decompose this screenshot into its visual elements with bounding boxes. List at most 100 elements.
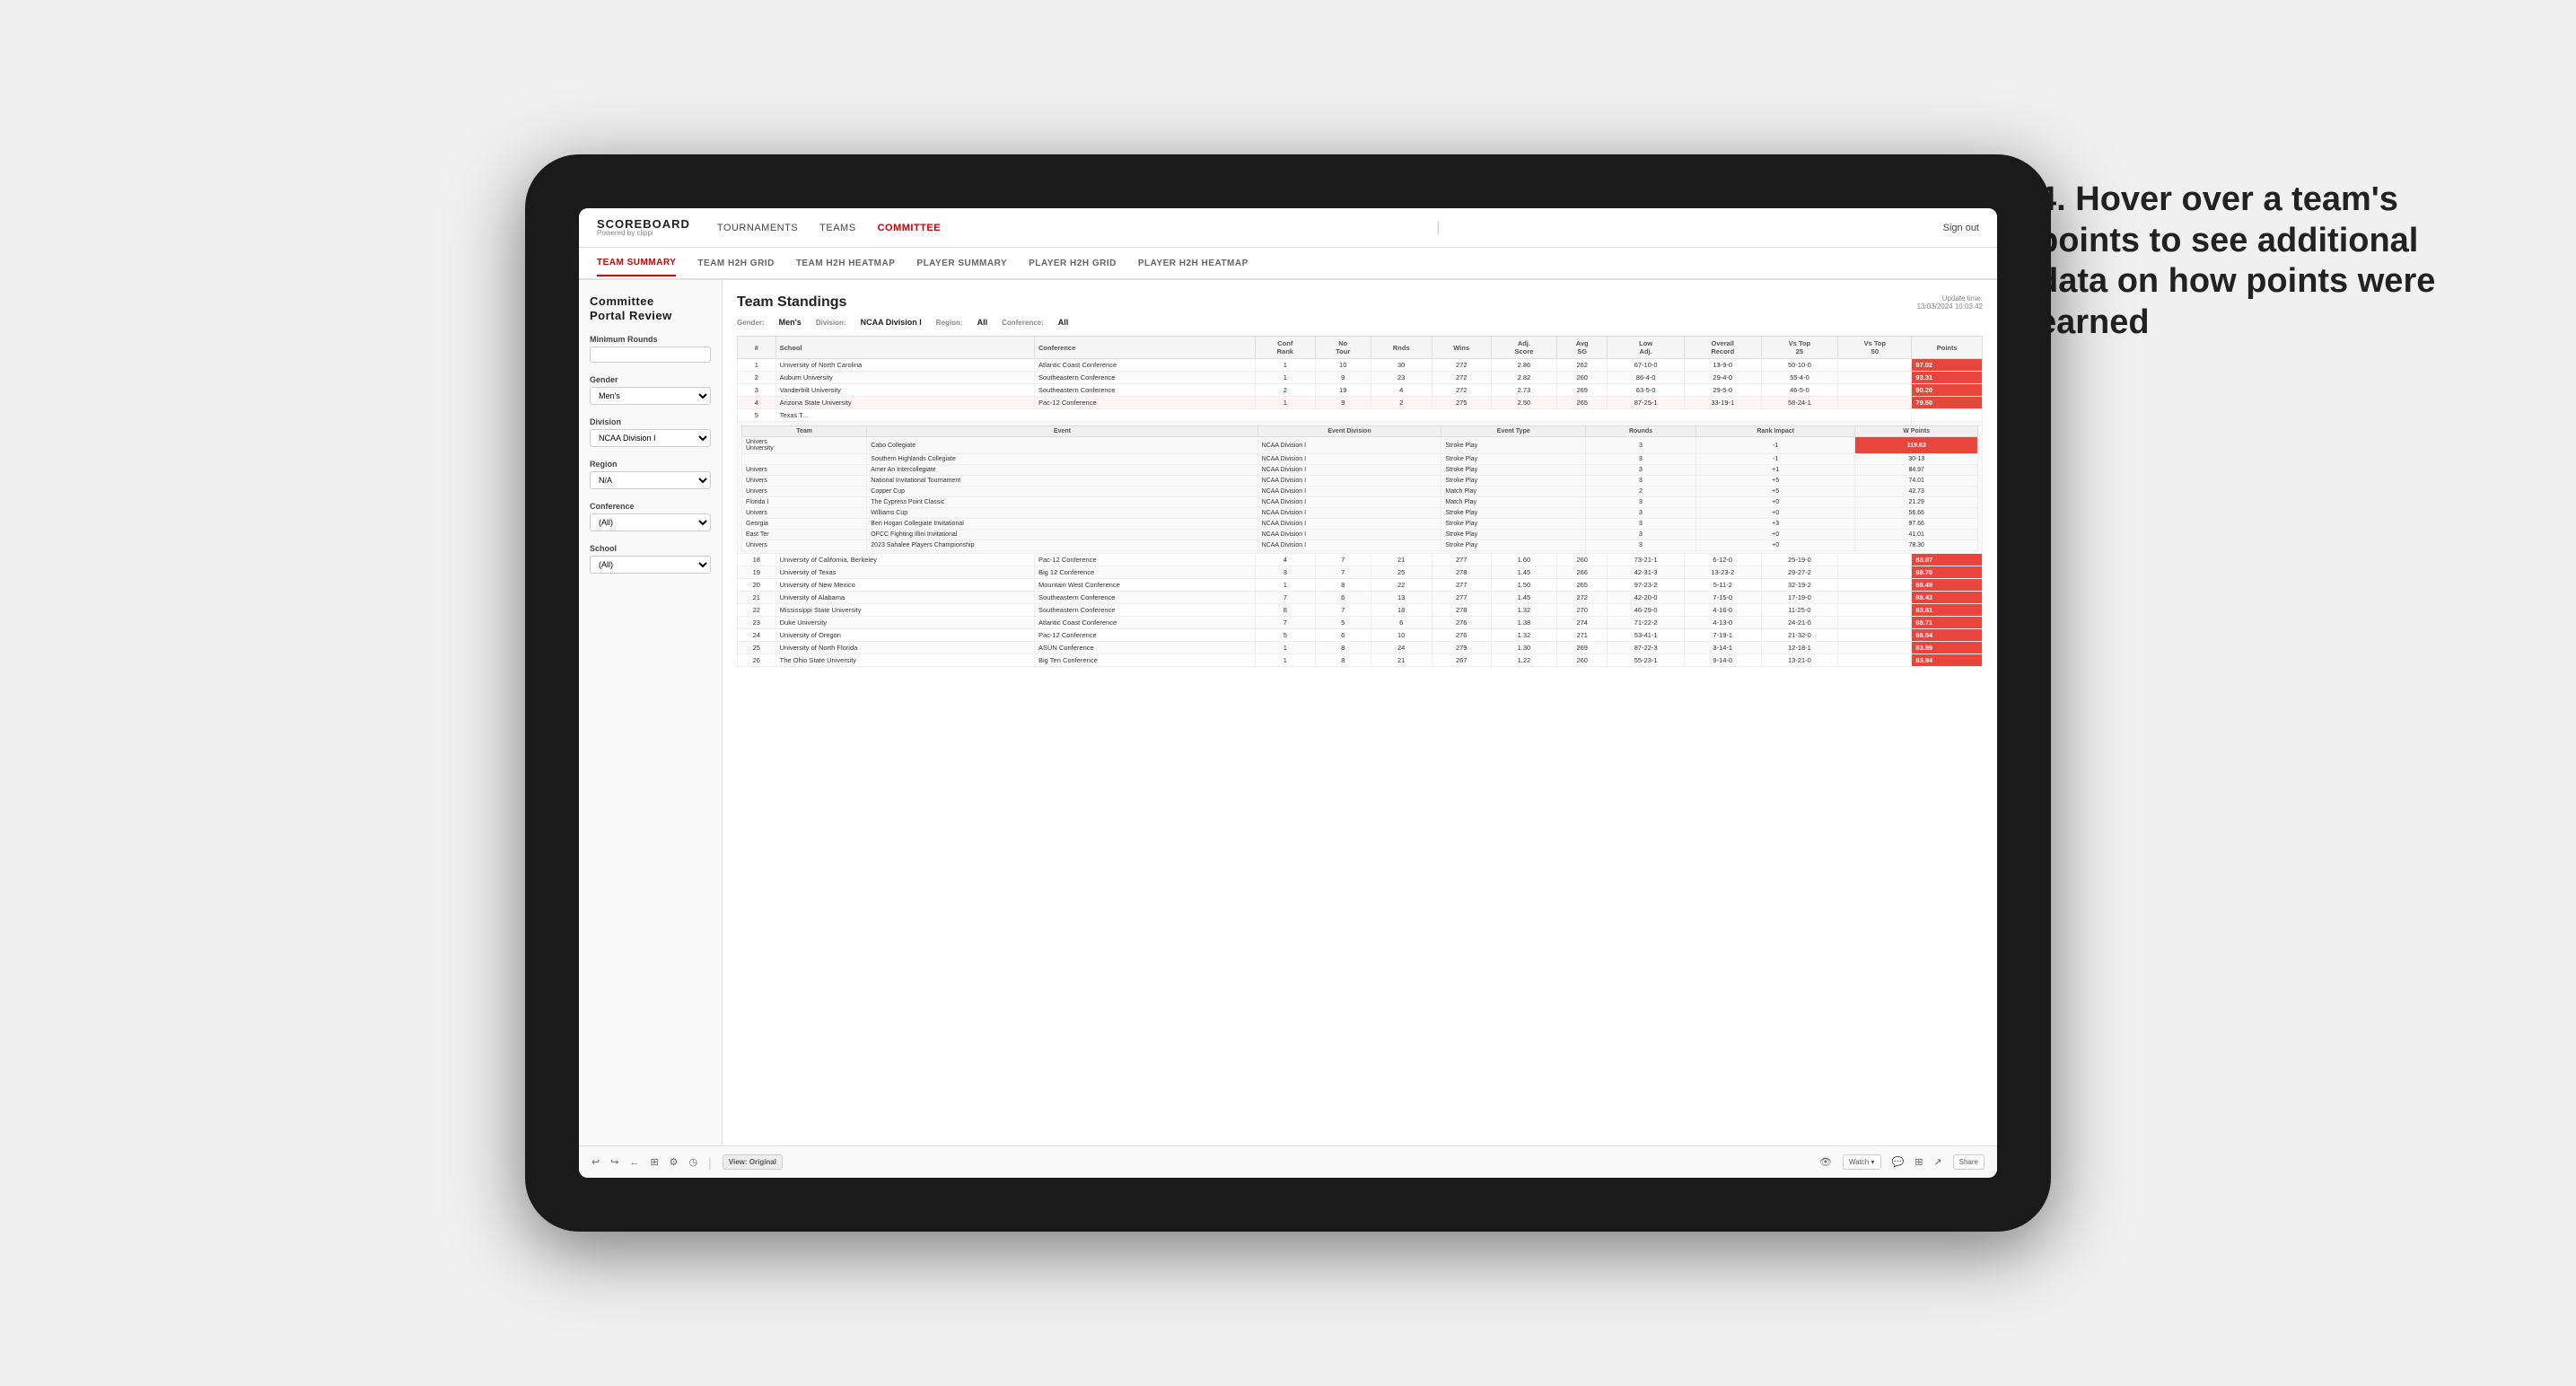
sub-nav-team-h2h-heatmap[interactable]: TEAM H2H HEATMAP [796, 251, 896, 276]
col-no-tour: NoTour [1315, 337, 1371, 359]
points-cell-2[interactable]: 93.31 [1912, 372, 1983, 384]
col-points: Points [1912, 337, 1983, 359]
expanded-inner-table: Team Event Event Division Event Type Rou… [741, 425, 1978, 551]
table-row: 23 Duke University Atlantic Coast Confer… [738, 617, 1983, 629]
share-button[interactable]: Share [1953, 1154, 1985, 1170]
points-cell-26[interactable]: 83.94 [1912, 654, 1983, 667]
tablet-screen: SCOREBOARD Powered by clippi TOURNAMENTS… [579, 208, 1997, 1178]
expanded-table-row: Georgia Ben Hogan Collegiate Invitationa… [742, 519, 1978, 530]
gender-select[interactable]: Men's [590, 387, 711, 405]
points-cell-19[interactable]: 88.70 [1912, 566, 1983, 579]
sidebar-portal-title: CommitteePortal Review [590, 294, 711, 322]
report-header: Team Standings Update time:13/03/2024 10… [737, 294, 1983, 311]
nav-committee[interactable]: COMMITTEE [878, 223, 942, 233]
school-select[interactable]: (All) [590, 556, 711, 574]
main-content: CommitteePortal Review Minimum Rounds Ge… [579, 280, 1997, 1145]
comment-icon[interactable]: 💬 [1892, 1156, 1905, 1168]
col-wins: Wins [1432, 337, 1491, 359]
settings-icon[interactable]: ⚙ [670, 1156, 679, 1168]
sidebar-school: School (All) [590, 544, 711, 574]
annotation-area: 4. Hover over a team's points to see add… [2037, 180, 2486, 343]
back-icon[interactable]: ← [629, 1157, 639, 1168]
table-row: 21 University of Alabama Southeastern Co… [738, 592, 1983, 604]
sidebar-min-rounds: Minimum Rounds [590, 335, 711, 363]
sub-nav-player-h2h-heatmap[interactable]: PLAYER H2H HEATMAP [1138, 251, 1249, 276]
table-row: 3 Vanderbilt University Southeastern Con… [738, 384, 1983, 397]
expanded-table-row: Univers Copper Cup NCAA Division I Match… [742, 487, 1978, 497]
col-school: School [775, 337, 1034, 359]
table-row: 24 University of Oregon Pac-12 Conferenc… [738, 629, 1983, 642]
nav-links: TOURNAMENTS TEAMS COMMITTEE [717, 223, 941, 233]
region-select[interactable]: N/A [590, 471, 711, 489]
points-cell-24[interactable]: 88.54 [1912, 629, 1983, 642]
col-low-score: LowAdj. [1608, 337, 1685, 359]
logo-area: SCOREBOARD Powered by clippi [597, 218, 690, 237]
nav-separator: | [1436, 220, 1440, 236]
division-filter-value: NCAA Division I [861, 318, 922, 327]
grid-icon[interactable]: ⊞ [1914, 1156, 1923, 1168]
points-cell-3[interactable]: 90.20 [1912, 384, 1983, 397]
table-row: 26 The Ohio State University Big Ten Con… [738, 654, 1983, 667]
watch-button[interactable]: Watch ▾ [1843, 1154, 1881, 1170]
region-filter-value: All [977, 318, 988, 327]
min-rounds-input[interactable] [590, 346, 711, 363]
nav-tournaments[interactable]: TOURNAMENTS [717, 223, 798, 233]
conference-filter-label: Conference: [1002, 319, 1044, 327]
content-area: Team Standings Update time:13/03/2024 10… [723, 280, 1997, 1145]
expanded-table-row: Univers Amer An Intercollegiate NCAA Div… [742, 465, 1978, 476]
table-row: 19 University of Texas Big 12 Conference… [738, 566, 1983, 579]
col-rank: # [738, 337, 776, 359]
watch-icon[interactable]: 👁 [1819, 1156, 1832, 1168]
conference-select[interactable]: (All) [590, 513, 711, 531]
table-row: 5 Texas T... [738, 409, 1983, 422]
sub-nav-team-h2h-grid[interactable]: TEAM H2H GRID [697, 251, 774, 276]
division-select[interactable]: NCAA Division I [590, 429, 711, 447]
table-row: 20 University of New Mexico Mountain Wes… [738, 579, 1983, 592]
division-filter-label: Division: [816, 319, 846, 327]
expanded-row-header: Team Event Event Division Event Type Rou… [738, 422, 1983, 554]
update-time: Update time:13/03/2024 10:03:42 [1917, 294, 1983, 311]
sub-nav-team-summary[interactable]: TEAM SUMMARY [597, 250, 676, 276]
sidebar-gender: Gender Men's [590, 375, 711, 405]
copy-icon[interactable]: ⊞ [650, 1156, 658, 1168]
expanded-table-row: Florida I The Cypress Point Classic NCAA… [742, 497, 1978, 508]
share-icon[interactable]: ↗ [1933, 1156, 1941, 1168]
region-filter-label: Region: [936, 319, 963, 327]
top-navigation: SCOREBOARD Powered by clippi TOURNAMENTS… [579, 208, 1997, 248]
nav-teams[interactable]: TEAMS [819, 223, 855, 233]
sub-nav-player-h2h-grid[interactable]: PLAYER H2H GRID [1029, 251, 1117, 276]
points-cell-25[interactable]: 83.89 [1912, 642, 1983, 654]
expanded-table-row: Univers National Invitational Tournament… [742, 476, 1978, 487]
points-cell-4[interactable]: 79.50 [1912, 397, 1983, 409]
app-logo-sub: Powered by clippi [597, 230, 690, 237]
sub-nav-player-summary[interactable]: PLAYER SUMMARY [916, 251, 1007, 276]
col-vs-top50: Vs Top50 [1838, 337, 1912, 359]
tablet-device: SCOREBOARD Powered by clippi TOURNAMENTS… [525, 154, 2051, 1232]
col-rnds: Rnds [1371, 337, 1432, 359]
clock-icon[interactable]: ◷ [689, 1156, 698, 1168]
points-cell-23[interactable]: 88.71 [1912, 617, 1983, 629]
col-adj-score: Adj.Score [1491, 337, 1556, 359]
table-row: 25 University of North Florida ASUN Conf… [738, 642, 1983, 654]
table-row: 18 University of California, Berkeley Pa… [738, 554, 1983, 566]
col-conference: Conference [1035, 337, 1256, 359]
col-conf-rank: ConfRank [1255, 337, 1315, 359]
redo-icon[interactable]: ↪ [610, 1156, 618, 1168]
points-cell-1[interactable]: 97.02 [1912, 359, 1983, 372]
sidebar-region: Region N/A [590, 460, 711, 489]
points-cell-20[interactable]: 88.49 [1912, 579, 1983, 592]
expanded-table-row: Univers 2023 Sahalee Players Championshi… [742, 540, 1978, 551]
sign-out-button[interactable]: Sign out [1943, 223, 1979, 233]
report-title: Team Standings [737, 294, 846, 311]
points-cell-21[interactable]: 88.43 [1912, 592, 1983, 604]
expanded-table-row: Univers Williams Cup NCAA Division I Str… [742, 508, 1978, 519]
table-row-highlighted: 4 Arizona State University Pac-12 Confer… [738, 397, 1983, 409]
sidebar-division: Division NCAA Division I [590, 417, 711, 447]
filter-row: Gender: Men's Division: NCAA Division I … [737, 318, 1983, 327]
sub-navigation: TEAM SUMMARY TEAM H2H GRID TEAM H2H HEAT… [579, 248, 1997, 280]
points-cell-18[interactable]: 83.07 [1912, 554, 1983, 566]
col-avg-score: AvgSG [1557, 337, 1608, 359]
undo-icon[interactable]: ↩ [591, 1156, 600, 1168]
view-original-button[interactable]: View: Original [723, 1154, 783, 1170]
points-cell-22[interactable]: 83.81 [1912, 604, 1983, 617]
